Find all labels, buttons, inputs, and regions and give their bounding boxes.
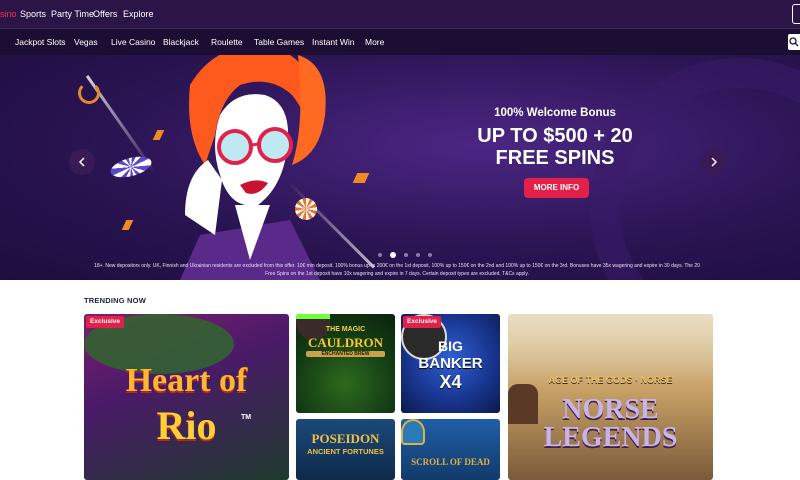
chevron-right-icon bbox=[711, 157, 718, 167]
game-title-line-1: POSEIDON bbox=[311, 431, 380, 446]
game-title-line-3: ENCHANTED BREW bbox=[306, 351, 385, 357]
game-tile-magic-cauldron[interactable]: THE MAGIC CAULDRON ENCHANTED BREW bbox=[296, 314, 395, 413]
horseshoe-icon bbox=[78, 82, 100, 104]
game-title-line-1: Heart of bbox=[125, 362, 248, 399]
carousel-dot[interactable] bbox=[378, 253, 382, 257]
category-table-games[interactable]: Table Games bbox=[254, 29, 304, 56]
nav-offers[interactable]: Offers bbox=[93, 0, 117, 28]
game-tile-big-banker[interactable]: Exclusive BIG BANKER X4 bbox=[401, 314, 500, 413]
trending-heading: TRENDING NOW bbox=[84, 296, 146, 305]
hero-banner: 100% Welcome Bonus UP TO $500 + 20 FREE … bbox=[0, 55, 800, 280]
nav-casino[interactable]: sino bbox=[0, 0, 17, 28]
more-info-button[interactable]: MORE INFO bbox=[524, 178, 589, 198]
game-tile-norse-legends[interactable]: AGE OF THE GODS · NORSE NORSE LEGENDS bbox=[508, 314, 713, 480]
game-tile-scroll-of-dead[interactable]: SCROLL OF DEAD bbox=[401, 419, 500, 480]
bonus-terms-text: 18+. New depositors only. UK, Finnish an… bbox=[94, 263, 700, 277]
game-title-line-2: BANKER bbox=[418, 355, 483, 372]
category-roulette[interactable]: Roulette bbox=[211, 29, 243, 56]
carousel-dot[interactable] bbox=[428, 253, 432, 257]
category-blackjack[interactable]: Blackjack bbox=[163, 29, 199, 56]
search-button[interactable] bbox=[788, 34, 800, 50]
nav-sports[interactable]: Sports bbox=[20, 0, 46, 28]
lightning-icon bbox=[352, 173, 370, 183]
category-live-casino[interactable]: Live Casino bbox=[111, 29, 155, 56]
hero-character-illustration bbox=[180, 55, 330, 280]
game-tile-heart-of-rio[interactable]: Exclusive Heart of Rio TM bbox=[84, 314, 289, 480]
trademark-mark: TM bbox=[240, 414, 252, 421]
top-navigation: sino Sports Party Time Offers Explore bbox=[0, 0, 800, 28]
promo-title-line-1: UP TO $500 + 20 bbox=[477, 125, 633, 147]
carousel-dot-active[interactable] bbox=[390, 252, 396, 258]
promo-title-line-2: FREE SPINS bbox=[495, 147, 615, 169]
login-button[interactable] bbox=[792, 4, 800, 24]
exclusive-badge: Exclusive bbox=[86, 316, 124, 328]
carousel-dot[interactable] bbox=[404, 253, 408, 257]
lightning-icon bbox=[121, 220, 134, 230]
category-navigation: Jackpot Slots Vegas Live Casino Blackjac… bbox=[0, 28, 800, 55]
game-title-line-1: BIG bbox=[438, 338, 463, 354]
carousel-dot[interactable] bbox=[416, 253, 420, 257]
game-title-line-1: SCROLL OF DEAD bbox=[411, 457, 490, 467]
promo-title: UP TO $500 + 20 FREE SPINS bbox=[455, 125, 655, 169]
category-jackpot-slots[interactable]: Jackpot Slots bbox=[15, 29, 66, 56]
sky-decoration bbox=[508, 314, 713, 384]
scarab-icon bbox=[401, 419, 425, 445]
nav-party-time[interactable]: Party Time bbox=[51, 0, 94, 28]
promo-subtitle: 100% Welcome Bonus bbox=[494, 107, 616, 119]
game-title-line-1: AGE OF THE GODS · NORSE bbox=[548, 375, 673, 385]
game-title-line-3: LEGENDS bbox=[543, 422, 678, 453]
category-instant-win[interactable]: Instant Win bbox=[312, 29, 355, 56]
game-title-line-2: CAULDRON bbox=[307, 335, 384, 350]
category-vegas[interactable]: Vegas bbox=[74, 29, 98, 56]
game-title-line-2: ANCIENT FORTUNES bbox=[307, 447, 384, 456]
game-tile-poseidon[interactable]: POSEIDON ANCIENT FORTUNES bbox=[296, 419, 395, 480]
game-title-line-3: X4 bbox=[439, 372, 462, 392]
exclusive-badge: Exclusive bbox=[403, 316, 441, 328]
chevron-left-icon bbox=[78, 157, 85, 167]
poker-chip-icon bbox=[108, 152, 154, 182]
lightning-icon bbox=[152, 130, 165, 140]
nav-explore[interactable]: Explore bbox=[123, 0, 154, 28]
category-more[interactable]: More bbox=[365, 29, 384, 56]
carousel-next-button[interactable] bbox=[701, 149, 727, 175]
carousel-prev-button[interactable] bbox=[69, 149, 95, 175]
game-title-line-1: THE MAGIC bbox=[325, 326, 366, 333]
game-title-line-2: Rio bbox=[156, 403, 217, 448]
background-ring bbox=[590, 58, 800, 280]
search-icon bbox=[789, 37, 799, 47]
